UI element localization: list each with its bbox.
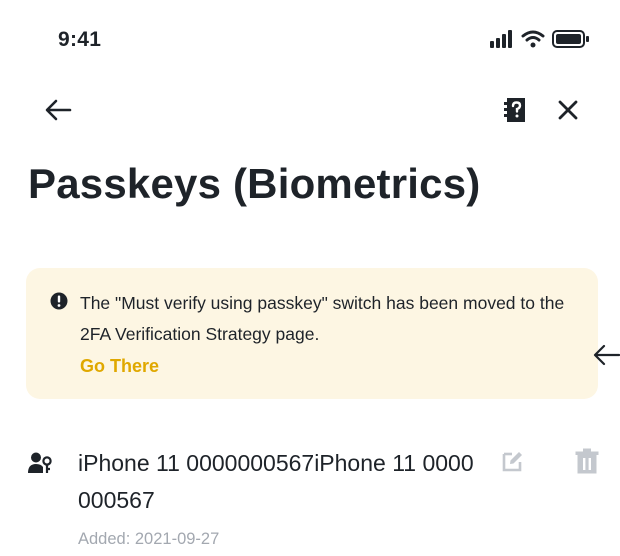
battery-icon — [552, 30, 589, 48]
status-time: 9:41 — [58, 28, 102, 51]
nav-bar — [0, 88, 620, 132]
go-there-link[interactable]: Go There — [80, 356, 159, 377]
passkey-added-date: Added: 2021-09-27 — [78, 530, 220, 548]
close-icon — [558, 100, 578, 120]
edit-icon — [502, 452, 522, 472]
exclamation-circle-icon — [50, 292, 68, 310]
help-button[interactable] — [500, 94, 532, 126]
status-bar: 9:41 — [0, 0, 620, 70]
back-button[interactable] — [42, 94, 74, 126]
passkey-list-item: iPhone 11 0000000567iPhone 11 0000000567… — [0, 440, 620, 556]
page-title: Passkeys (Biometrics) — [28, 160, 481, 207]
edit-passkey-button[interactable] — [498, 446, 528, 476]
notice-banner: The "Must verify using passkey" switch h… — [26, 268, 598, 399]
wifi-icon — [521, 30, 545, 48]
delete-passkey-button[interactable] — [572, 446, 602, 476]
passkey-name: iPhone 11 0000000567iPhone 11 0000000567 — [78, 450, 474, 513]
trash-icon — [575, 448, 599, 474]
person-key-icon — [28, 452, 52, 473]
left-arrow-icon — [593, 344, 620, 366]
status-icons — [490, 28, 590, 50]
notice-message: The "Must verify using passkey" switch h… — [80, 293, 565, 344]
close-button[interactable] — [552, 94, 584, 126]
back-arrow-icon — [45, 99, 72, 121]
help-document-icon — [504, 98, 525, 122]
signal-icon — [490, 30, 512, 48]
